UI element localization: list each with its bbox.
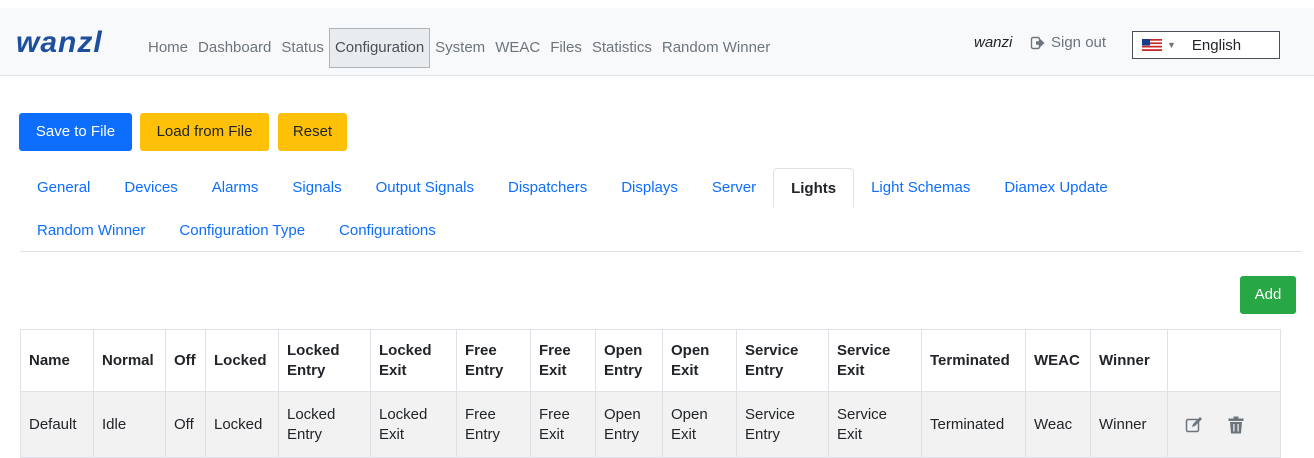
trash-icon [1228, 416, 1244, 434]
add-button[interactable]: Add [1240, 276, 1296, 314]
brand-logo[interactable]: wanzl [16, 28, 103, 58]
column-header[interactable]: Service Entry [736, 329, 829, 392]
tab-devices[interactable]: Devices [107, 168, 194, 208]
column-header[interactable]: Free Entry [456, 329, 531, 392]
column-header[interactable]: Free Exit [530, 329, 596, 392]
tab-light-schemas[interactable]: Light Schemas [854, 168, 987, 208]
column-header[interactable]: Winner [1090, 329, 1168, 392]
table-cell: Open Exit [662, 391, 737, 458]
tabs-divider [20, 251, 1302, 252]
nav-statistics[interactable]: Statistics [587, 28, 657, 68]
tab-dispatchers[interactable]: Dispatchers [491, 168, 604, 208]
top-navbar: wanzl Home Dashboard Status Configuratio… [0, 8, 1314, 76]
tab-diamex-update[interactable]: Diamex Update [987, 168, 1124, 208]
language-label: English [1191, 36, 1242, 54]
table-cell: Free Entry [456, 391, 531, 458]
user-name: wanzi [974, 34, 1013, 51]
column-header[interactable]: Locked Exit [370, 329, 457, 392]
delete-button[interactable] [1220, 409, 1252, 441]
column-header[interactable]: Terminated [921, 329, 1026, 392]
chevron-down-icon: ▼ [1167, 40, 1176, 50]
sign-out-icon [1030, 36, 1045, 49]
column-header[interactable]: Off [165, 329, 206, 392]
table-header-row: Name Normal Off Locked Locked Entry Lock… [20, 329, 1281, 392]
column-header[interactable]: Service Exit [828, 329, 922, 392]
table-cell: Service Exit [828, 391, 922, 458]
table-cell: Locked Entry [278, 391, 371, 458]
table-cell: Weac [1025, 391, 1091, 458]
nav-system[interactable]: System [430, 28, 490, 68]
column-header[interactable]: Locked [205, 329, 279, 392]
table-cell: Open Entry [595, 391, 663, 458]
nav-weac[interactable]: WEAC [490, 28, 545, 68]
tab-general[interactable]: General [20, 168, 107, 208]
column-header[interactable]: WEAC [1025, 329, 1091, 392]
nav-home[interactable]: Home [143, 28, 193, 68]
tab-random-winner[interactable]: Random Winner [20, 211, 162, 251]
reset-button[interactable]: Reset [278, 113, 347, 151]
table-cell: Free Exit [530, 391, 596, 458]
column-header[interactable]: Name [20, 329, 94, 392]
column-header[interactable]: Open Exit [662, 329, 737, 392]
lights-table: Name Normal Off Locked Locked Entry Lock… [20, 329, 1281, 458]
tab-lights[interactable]: Lights [773, 168, 855, 208]
sign-out-label: Sign out [1051, 34, 1107, 51]
edit-icon [1185, 416, 1202, 432]
main-nav: Home Dashboard Status Configuration Syst… [143, 28, 775, 68]
table-cell: Terminated [921, 391, 1026, 458]
config-tabs-row-1: General Devices Alarms Signals Output Si… [20, 168, 1125, 208]
tab-output-signals[interactable]: Output Signals [359, 168, 491, 208]
column-header[interactable]: Open Entry [595, 329, 663, 392]
column-header-actions [1167, 329, 1281, 392]
load-from-file-button[interactable]: Load from File [140, 113, 269, 151]
table-cell: Locked [205, 391, 279, 458]
nav-configuration[interactable]: Configuration [328, 28, 431, 68]
nav-random-winner[interactable]: Random Winner [657, 28, 775, 68]
table-cell: Locked Exit [370, 391, 457, 458]
tab-alarms[interactable]: Alarms [195, 168, 276, 208]
sign-out-link[interactable]: Sign out [1030, 34, 1106, 51]
table-cell: Default [20, 391, 94, 458]
table-cell: Service Entry [736, 391, 829, 458]
table-cell: Off [165, 391, 206, 458]
column-header[interactable]: Normal [93, 329, 166, 392]
row-actions [1167, 391, 1281, 458]
table-cell: Idle [93, 391, 166, 458]
tab-configurations[interactable]: Configurations [322, 211, 453, 251]
column-header[interactable]: Locked Entry [278, 329, 371, 392]
table-row[interactable]: Default Idle Off Locked Locked Entry Loc… [20, 391, 1281, 458]
edit-button[interactable] [1178, 409, 1210, 441]
tab-displays[interactable]: Displays [604, 168, 695, 208]
nav-status[interactable]: Status [276, 28, 329, 68]
tab-signals[interactable]: Signals [275, 168, 358, 208]
tab-server[interactable]: Server [695, 168, 773, 208]
config-tabs-row-2: Random Winner Configuration Type Configu… [20, 211, 453, 251]
save-to-file-button[interactable]: Save to File [19, 113, 132, 151]
nav-files[interactable]: Files [545, 28, 587, 68]
us-flag-icon [1142, 39, 1162, 51]
tab-configuration-type[interactable]: Configuration Type [162, 211, 322, 251]
language-select[interactable]: ▼ English [1132, 31, 1280, 59]
nav-dashboard[interactable]: Dashboard [193, 28, 276, 68]
table-cell: Winner [1090, 391, 1168, 458]
